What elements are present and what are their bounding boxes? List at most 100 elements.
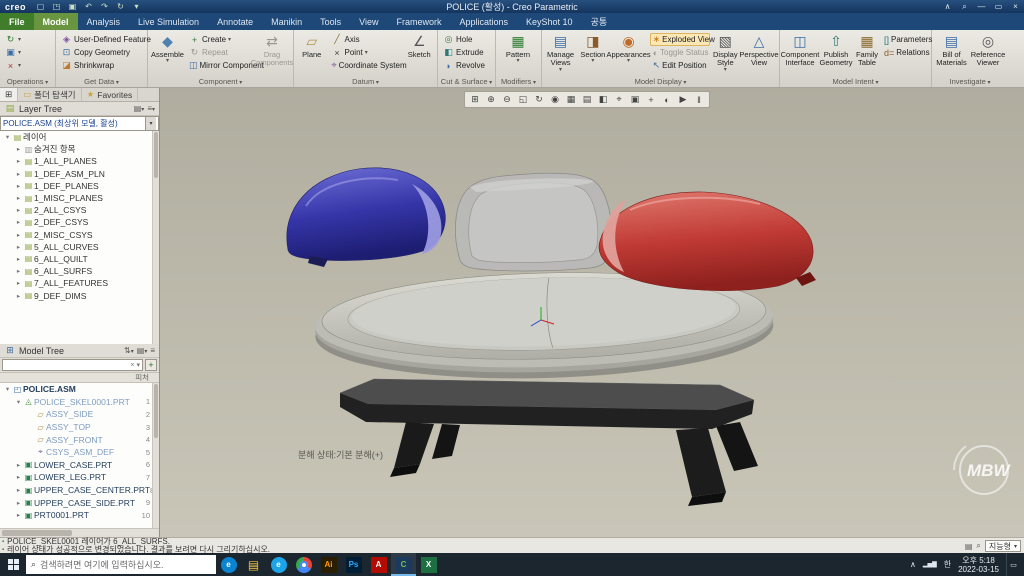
taskbar-app-file-explorer[interactable]: ▤ [241, 553, 266, 576]
tree-row[interactable]: ▸▣UPPER_CASE_CENTER.PRT8 [0, 484, 159, 497]
navtab-folder-browser[interactable]: ▭폴더 탐색기 [18, 88, 82, 101]
undo-icon[interactable]: ↶ [82, 1, 95, 13]
tab-view[interactable]: View [350, 13, 387, 30]
component-interface-button[interactable]: ◫ Component Interface [782, 31, 818, 77]
coordinate-system-button[interactable]: ⌖Coordinate System [329, 59, 403, 72]
tab-common[interactable]: 공통 [582, 13, 617, 30]
taskbar-app-edge[interactable]: e [216, 553, 241, 576]
edit-position-button[interactable]: ↖Edit Position [650, 59, 710, 72]
layer-row[interactable]: ▸▤2_DEF_CSYS [0, 216, 159, 228]
family-table-button[interactable]: ▦ Family Table [854, 31, 880, 77]
customize-qat-icon[interactable]: ▾ [130, 1, 143, 13]
group-label-investigate[interactable]: Investigate [932, 77, 1008, 87]
upper-case-side-blue-part[interactable] [287, 168, 446, 267]
datum-display-filters-icon[interactable]: ⌖ [612, 93, 626, 107]
3d-viewport[interactable]: MBW ⊞ ⊕ ⊖ ◱ ↻ ◉ ▦ ▤ ◧ ⌖ ▣ + ◐ ▶ ‖ 분해 상태:… [160, 88, 1024, 537]
ribbon-collapse-icon[interactable]: ∧ [939, 0, 956, 13]
appearances-button[interactable]: ◉ Appearances▾ [609, 31, 649, 77]
tree-search-input[interactable]: × ▾ [2, 359, 143, 371]
tree-row[interactable]: ▸▣UPPER_CASE_SIDE.PRT9 [0, 496, 159, 509]
taskbar-app-photoshop[interactable]: Ps [341, 553, 366, 576]
taskbar-search-input[interactable]: ⌕ 검색하려면 여기에 입력하십시오. [26, 555, 216, 574]
revolve-button[interactable]: ◗Revolve [440, 59, 488, 72]
layer-row[interactable]: ▸▥숨겨진 항목 [0, 143, 159, 155]
group-label-get-data[interactable]: Get Data [56, 77, 147, 87]
navtab-model-tree[interactable]: ⊞ [0, 88, 18, 101]
tab-live-simulation[interactable]: Live Simulation [129, 13, 208, 30]
ime-indicator[interactable]: 한 [944, 559, 951, 570]
search-options-icon[interactable]: ▾ [136, 361, 140, 369]
shrinkwrap-button[interactable]: ◪Shrinkwrap [58, 59, 154, 72]
sketch-button[interactable]: ∠ Sketch [404, 31, 436, 77]
regenerate-button[interactable]: ↻▾ [2, 33, 24, 46]
layer-row[interactable]: ▸▤6_ALL_SURFS [0, 265, 159, 277]
exploded-view-button[interactable]: ∗Exploded View [650, 33, 710, 46]
refit-icon[interactable]: ◱ [516, 93, 530, 107]
layer-row[interactable]: ▸▤6_ALL_QUILT [0, 253, 159, 265]
taskbar-clock[interactable]: 오후 5:18 2022-03-15 [958, 556, 999, 574]
command-search-icon[interactable]: ⌕ [956, 0, 973, 13]
publish-geometry-button[interactable]: ⇧ Publish Geometry [819, 31, 853, 77]
tree-row[interactable]: ⌖CSYS_ASM_DEF5 [0, 446, 159, 459]
relations-button[interactable]: d=Relations [881, 46, 929, 59]
active-model-combobox[interactable]: POLICE.ASM (최상위 모델, 활성) ▾ [0, 116, 159, 131]
tree-root-row[interactable]: ▾◰POLICE.ASM [0, 383, 159, 396]
clear-search-icon[interactable]: × [130, 362, 134, 369]
tab-annotate[interactable]: Annotate [208, 13, 262, 30]
notification-center-icon[interactable]: ▭ [1006, 553, 1020, 576]
selection-filter-dropdown[interactable]: 지능형 ▾ [985, 540, 1021, 552]
restore-button[interactable]: ▭ [990, 0, 1007, 13]
display-style-icon[interactable]: ▦ [564, 93, 578, 107]
layer-row[interactable]: ▸▤9_DEF_DIMS [0, 289, 159, 301]
combobox-dropdown-icon[interactable]: ▾ [145, 117, 156, 130]
reference-viewer-button[interactable]: ◎ Reference Viewer [970, 31, 1006, 77]
taskbar-app-internet-explorer[interactable]: e [266, 553, 291, 576]
tab-model[interactable]: Model [34, 13, 78, 30]
play-icon[interactable]: ▶ [676, 93, 690, 107]
layer-row[interactable]: ▸▤7_ALL_FEATURES [0, 277, 159, 289]
tree-add-column-button[interactable]: + [145, 359, 157, 371]
tab-manikin[interactable]: Manikin [262, 13, 311, 30]
layer-row[interactable]: ▸▤1_DEF_PLANES [0, 180, 159, 192]
layer-row[interactable]: ▸▤1_ALL_PLANES [0, 155, 159, 167]
tree-row[interactable]: ▸▣LOWER_CASE.PRT6 [0, 459, 159, 472]
network-icon[interactable]: ▂▅▇ [923, 561, 937, 568]
pause-icon[interactable]: ‖ [692, 93, 706, 107]
tab-tools[interactable]: Tools [311, 13, 350, 30]
zoom-out-icon[interactable]: ⊖ [500, 93, 514, 107]
tree-list-scrollbar[interactable] [152, 383, 159, 528]
group-label-operations[interactable]: Operations [0, 77, 55, 87]
taskbar-app-chrome[interactable] [291, 553, 316, 576]
lower-case-part[interactable] [340, 379, 758, 506]
redo-icon[interactable]: ↷ [98, 1, 111, 13]
tree-row[interactable]: ▱ASSY_FRONT4 [0, 433, 159, 446]
user-defined-feature-button[interactable]: ◈User-Defined Feature [58, 33, 154, 46]
tree-row[interactable]: ▱ASSY_TOP3 [0, 421, 159, 434]
repaint-icon[interactable]: ↻ [532, 93, 546, 107]
hole-button[interactable]: ◎Hole [440, 33, 488, 46]
tab-keyshot[interactable]: KeyShot 10 [517, 13, 582, 30]
manage-views-button[interactable]: ▤ Manage Views▾ [544, 31, 577, 77]
saved-orientations-icon[interactable]: ▤ [580, 93, 594, 107]
start-button[interactable] [0, 553, 26, 576]
layer-row[interactable]: ▸▤1_MISC_PLANES [0, 192, 159, 204]
layer-show-menu-icon[interactable]: ▤▾ [134, 104, 145, 113]
layer-row[interactable]: ▸▤5_ALL_CURVES [0, 241, 159, 253]
shading-icon[interactable]: ◉ [548, 93, 562, 107]
section-button[interactable]: ◨ Section▾ [578, 31, 607, 77]
group-label-component[interactable]: Component [148, 77, 293, 87]
group-label-model-intent[interactable]: Model Intent [780, 77, 931, 87]
model-canvas[interactable]: MBW [160, 88, 1024, 537]
taskbar-app-excel[interactable]: X [416, 553, 441, 576]
plane-button[interactable]: ▱ Plane [296, 31, 328, 77]
tree-row[interactable]: ▸▣LOWER_LEG.PRT7 [0, 471, 159, 484]
tree-row[interactable]: ▾◬POLICE_SKEL0001.PRT1 [0, 396, 159, 409]
pattern-button[interactable]: ▦ Pattern▾ [498, 31, 538, 77]
tree-settings-icon[interactable]: ≡ [150, 346, 155, 355]
layer-row[interactable]: ▸▤2_MISC_CSYS [0, 229, 159, 241]
spin-center-icon[interactable]: + [644, 93, 658, 107]
axis-button[interactable]: ╱Axis [329, 33, 403, 46]
bill-of-materials-button[interactable]: ▤ Bill of Materials [934, 31, 969, 77]
tab-analysis[interactable]: Analysis [78, 13, 130, 30]
assemble-button[interactable]: ◆ Assemble▾ [150, 31, 185, 77]
